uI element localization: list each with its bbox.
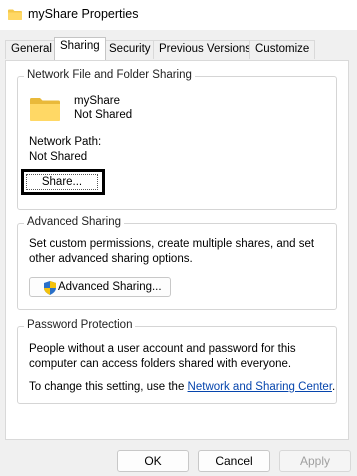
folder-icon: [8, 9, 22, 20]
change-setting-suffix: .: [332, 381, 336, 393]
folder-name: myShare: [74, 95, 121, 107]
advanced-sharing-description: Set custom permissions, create multiple …: [29, 238, 315, 265]
change-setting-prefix: To change this setting, use the: [29, 381, 188, 393]
tab-customize[interactable]: Customize: [249, 40, 316, 59]
shield-icon: [44, 281, 56, 295]
tab-strip: General Sharing Security Previous Versio…: [0, 37, 357, 60]
folder-status: Not Shared: [74, 109, 133, 121]
network-sharing-center-link[interactable]: Network and Sharing Center: [188, 381, 332, 393]
password-protection-group: Password Protection People without a use…: [17, 319, 337, 404]
password-protection-description: People without a user account and passwo…: [29, 343, 296, 370]
window-title: myShare Properties: [28, 7, 139, 21]
advanced-sharing-title: Advanced Sharing: [24, 216, 124, 228]
cancel-button[interactable]: Cancel: [198, 450, 270, 472]
advanced-sharing-group: Advanced Sharing Set custom permissions,…: [17, 216, 337, 310]
change-setting-text: To change this setting, use the Network …: [29, 381, 335, 393]
advanced-sharing-button[interactable]: Advanced Sharing...: [29, 277, 171, 297]
network-path-label: Network Path:: [29, 136, 102, 148]
share-button-label: Share...: [26, 174, 98, 190]
folder-icon: [30, 98, 60, 121]
advanced-sharing-button-label: Advanced Sharing...: [58, 281, 162, 293]
password-protection-title: Password Protection: [24, 319, 136, 331]
sharing-panel: Network File and Folder Sharing myShare …: [5, 60, 349, 440]
network-sharing-group: Network File and Folder Sharing myShare …: [17, 69, 337, 210]
network-sharing-title: Network File and Folder Sharing: [24, 69, 195, 81]
tab-sharing[interactable]: Sharing: [54, 37, 106, 60]
title-bar[interactable]: myShare Properties: [0, 0, 357, 30]
apply-button[interactable]: Apply: [279, 450, 351, 472]
ok-button[interactable]: OK: [117, 450, 189, 472]
tab-general[interactable]: General: [5, 40, 58, 59]
share-button[interactable]: Share...: [21, 169, 105, 195]
tab-previous-versions[interactable]: Previous Versions: [153, 40, 258, 59]
tab-security[interactable]: Security: [103, 40, 157, 59]
network-path-value: Not Shared: [29, 151, 88, 163]
